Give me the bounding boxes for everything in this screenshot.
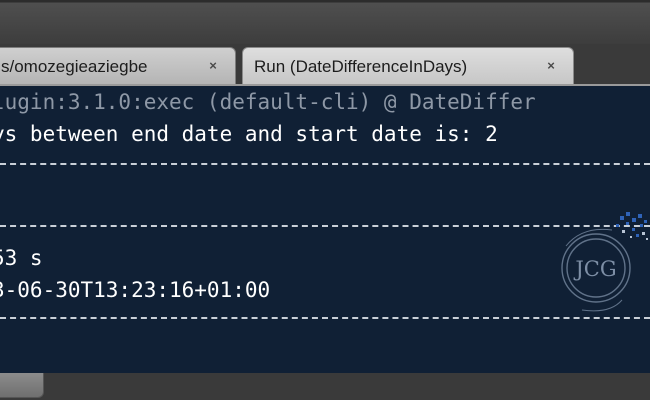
tab-label: Run (DateDifferenceInDays) <box>254 56 468 76</box>
close-icon[interactable]: × <box>545 59 557 72</box>
tab-run-output[interactable]: Run (DateDifferenceInDays) × <box>242 47 574 85</box>
tab-label: s/omozegieaziegbe <box>1 56 148 76</box>
output-console[interactable]: lugin:3.1.0:exec (default-cli) @ DateDif… <box>0 86 650 373</box>
close-icon[interactable]: × <box>207 59 219 72</box>
console-line: lugin:3.1.0:exec (default-cli) @ DateDif… <box>0 90 536 114</box>
jcg-logo-icon: JCG <box>561 212 648 312</box>
console-line: 53 s <box>0 246 43 270</box>
watermark-text: JCG <box>573 257 616 281</box>
separator-line <box>0 163 650 165</box>
console-line: 3-06-30T13:23:16+01:00 <box>0 278 271 302</box>
console-line: ys between end date and start date is: 2 <box>0 122 498 146</box>
bottom-tab[interactable] <box>0 373 44 398</box>
bottom-panel-bar <box>0 373 650 400</box>
tab-maven-build[interactable]: s/omozegieaziegbe × <box>0 47 236 85</box>
window-top-strip <box>0 0 650 44</box>
